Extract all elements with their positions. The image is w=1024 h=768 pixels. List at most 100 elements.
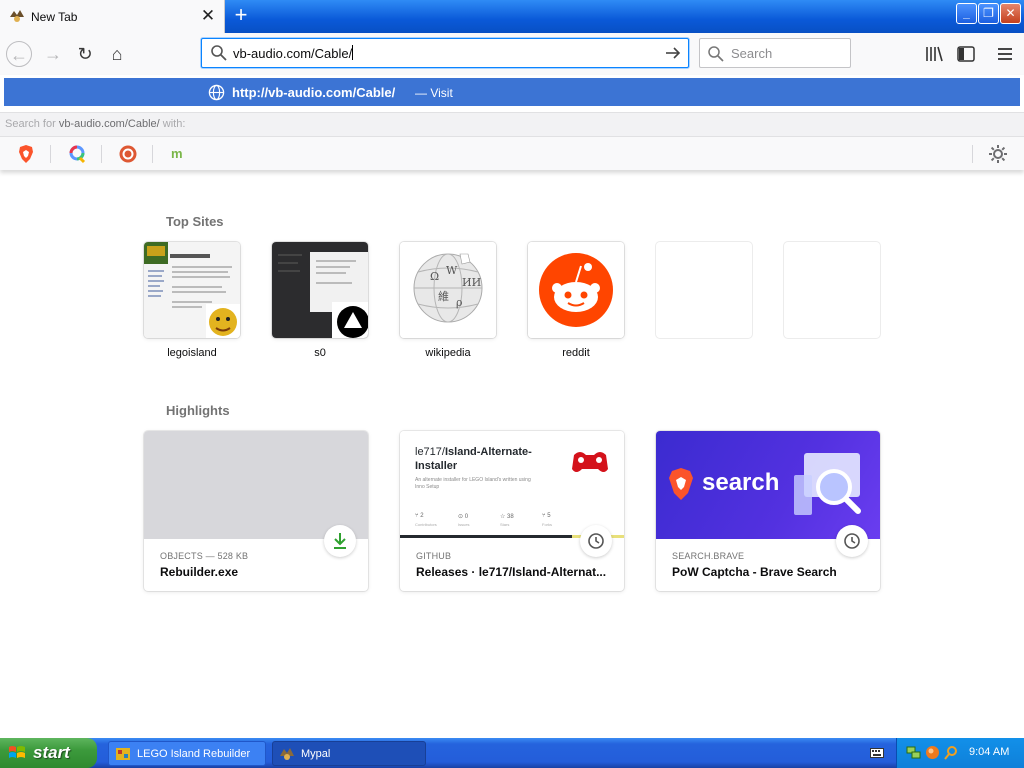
top-site-tile-empty[interactable]	[656, 242, 752, 338]
repo-stat: ⑂ 5	[542, 513, 551, 519]
network-icon[interactable]	[906, 745, 921, 760]
mojeek-icon[interactable]: m	[169, 144, 189, 164]
highlight-card-github[interactable]: le717/Island-Alternate-Installer An alte…	[400, 431, 624, 591]
repo-name: le717/Island-Alternate-Installer	[415, 446, 532, 472]
brave-search-wordmark: search	[702, 469, 780, 496]
url-bar[interactable]: vb-audio.com/Cable/	[201, 38, 689, 68]
gear-icon[interactable]	[988, 144, 1008, 164]
keyboard-icon[interactable]	[870, 748, 884, 758]
one-off-search-engines: m	[0, 136, 1024, 170]
repo-stat: ⊙ 0	[458, 514, 469, 520]
top-sites-heading: Top Sites	[166, 214, 224, 229]
mypal-icon	[280, 748, 294, 760]
highlight-card-brave-search[interactable]: search SEARCH.BRAVE PoW Captcha - Brave …	[656, 431, 880, 591]
hamburger-menu-icon[interactable]	[994, 44, 1016, 64]
maximize-button[interactable]: ❐	[978, 3, 999, 24]
navigation-toolbar: ← → ↻ ⌂ vb-audio.com/Cable/ Search	[0, 33, 1024, 75]
search-tray-icon[interactable]	[944, 745, 959, 760]
magnifier-illustration	[794, 453, 861, 515]
go-arrow-icon[interactable]	[664, 44, 682, 62]
lego-island-icon	[116, 748, 130, 760]
qwant-icon[interactable]	[67, 144, 87, 164]
close-window-button[interactable]: ✕	[1000, 3, 1021, 24]
engine-separator	[101, 145, 102, 163]
repo-stat-label: Stars	[500, 522, 510, 527]
windows-flag-icon	[9, 746, 25, 758]
svg-text:ρ: ρ	[456, 296, 462, 309]
globe-icon	[208, 84, 225, 101]
svg-text:Ω: Ω	[430, 270, 439, 283]
top-site-tile-reddit[interactable]	[528, 242, 624, 338]
top-site-tile-wikipedia[interactable]: Ω W ИИ 維 ρ	[400, 242, 496, 338]
top-site-tile-legoisland[interactable]	[144, 242, 240, 338]
highlight-context: SEARCH.BRAVE	[672, 551, 745, 561]
reddit-icon	[528, 242, 624, 338]
search-with-row: Search for vb-audio.com/Cable/ with:	[0, 112, 1024, 136]
top-site-tile-empty[interactable]	[784, 242, 880, 338]
engine-separator	[50, 145, 51, 163]
sidebar-toggle-icon[interactable]	[955, 44, 977, 64]
svg-text:維: 維	[438, 290, 449, 303]
top-site-tile-s0[interactable]	[272, 242, 368, 338]
minimize-button[interactable]: _	[956, 3, 977, 24]
engine-separator	[152, 145, 153, 163]
repo-stat-label: Forks	[542, 522, 552, 527]
highlights-heading: Highlights	[166, 403, 230, 418]
taskbar-item-label: Mypal	[301, 748, 331, 760]
url-autocomplete-popup: http://vb-audio.com/Cable/ — Visit Searc…	[0, 75, 1024, 170]
volume-icon[interactable]	[925, 745, 940, 760]
svg-text:ИИ: ИИ	[462, 276, 481, 289]
back-button[interactable]: ←	[6, 41, 32, 67]
svg-text:m: m	[171, 146, 183, 161]
visit-url-row[interactable]: http://vb-audio.com/Cable/ — Visit	[4, 78, 1020, 106]
home-button[interactable]: ⌂	[104, 41, 130, 67]
repo-stat: ☆ 38	[500, 514, 514, 520]
highlight-card-rebuilder[interactable]: OBJECTS — 528 KB Rebuilder.exe	[144, 431, 368, 591]
repo-description: An alternate installer for LEGO Island's…	[415, 477, 531, 490]
top-site-label: wikipedia	[425, 347, 471, 359]
duckduckgo-icon[interactable]	[118, 144, 138, 164]
reload-button[interactable]: ↻	[72, 41, 98, 67]
highlight-title: Releases · le717/Island-Alternat...	[416, 565, 607, 579]
history-badge	[580, 525, 612, 557]
system-tray: 9:04 AM	[896, 738, 1024, 768]
tab-close-icon[interactable]: ✕	[199, 6, 217, 26]
engine-separator	[972, 145, 973, 163]
search-icon	[708, 46, 724, 62]
clock: 9:04 AM	[969, 746, 1010, 758]
download-icon	[334, 533, 346, 549]
library-icon[interactable]	[923, 44, 945, 64]
search-bar[interactable]: Search	[699, 38, 851, 68]
top-site-label: s0	[314, 347, 326, 359]
brave-lion-icon	[669, 468, 693, 500]
search-input[interactable]: Search	[731, 46, 772, 61]
github-preview: le717/Island-Alternate-Installer An alte…	[400, 431, 624, 539]
title-bar: New Tab ✕ + _ ❐ ✕	[0, 0, 1024, 33]
url-input[interactable]: vb-audio.com/Cable/	[233, 45, 354, 61]
highlight-title: PoW Captcha - Brave Search	[672, 565, 837, 579]
repo-language-bar	[400, 535, 572, 538]
new-tab-button[interactable]: +	[229, 4, 253, 28]
top-site-label: legoisland	[167, 347, 217, 359]
visit-action-label: — Visit	[415, 86, 453, 100]
brave-search-preview: search	[656, 431, 880, 539]
forward-button[interactable]: →	[40, 41, 66, 67]
repo-logo-icon	[572, 452, 608, 472]
svg-text:W: W	[446, 264, 458, 277]
tab-new-tab[interactable]: New Tab ✕	[0, 0, 225, 33]
taskbar-item-mypal[interactable]: Mypal	[272, 741, 426, 766]
taskbar-item-label: LEGO Island Rebuilder	[137, 748, 251, 760]
search-icon	[211, 45, 227, 61]
highlight-context: OBJECTS — 528 KB	[160, 551, 249, 561]
legoisland-thumbnail	[144, 242, 240, 338]
brave-icon[interactable]	[16, 144, 36, 164]
taskbar-item-lego-island-rebuilder[interactable]: LEGO Island Rebuilder	[108, 741, 266, 766]
search-with-term: vb-audio.com/Cable/	[58, 118, 160, 130]
top-site-label: reddit	[562, 347, 590, 359]
highlight-title: Rebuilder.exe	[160, 565, 239, 579]
taskbar: start LEGO Island Rebuilder Mypal 9:04 A…	[0, 738, 1024, 768]
highlight-context: GITHUB	[416, 551, 452, 561]
start-button[interactable]: start	[0, 738, 97, 768]
repo-stat-label: Issues	[458, 522, 470, 527]
repo-stat-label: Contributors	[415, 522, 437, 527]
